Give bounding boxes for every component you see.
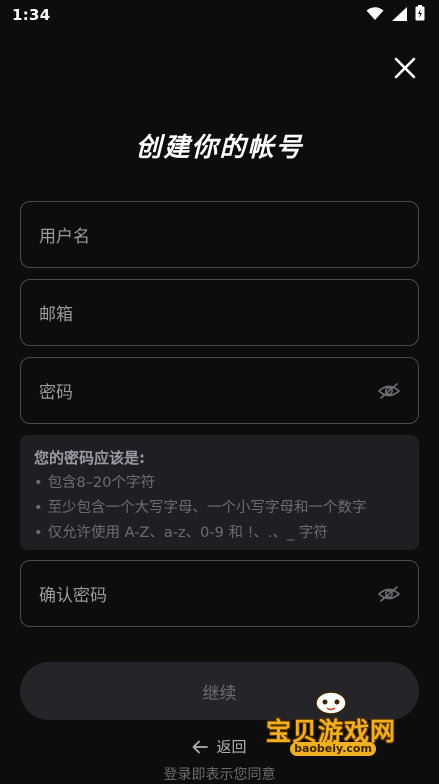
- agreement-text: 登录即表示您同意: [163, 767, 276, 783]
- close-button[interactable]: [393, 56, 417, 80]
- confirm-password-visibility-toggle[interactable]: [378, 583, 400, 605]
- back-label: 返回: [216, 738, 247, 756]
- password-visibility-toggle[interactable]: [378, 380, 400, 402]
- password-placeholder: 密码: [39, 383, 73, 403]
- battery-icon: [415, 5, 425, 25]
- arrow-left-icon: [193, 740, 209, 753]
- page-title: 创建你的帐号: [135, 133, 304, 163]
- confirm-password-field[interactable]: 确认密码: [20, 560, 419, 627]
- confirm-password-placeholder: 确认密码: [39, 586, 107, 606]
- status-bar: 1:34: [0, 0, 439, 30]
- status-time: 1:34: [12, 6, 51, 24]
- password-field[interactable]: 密码: [20, 357, 419, 424]
- password-rules-box: 您的密码应该是: • 包含8–20个字符 • 至少包含一个大写字母、一个小写字母和一…: [20, 435, 419, 550]
- status-icons: [366, 5, 425, 25]
- wifi-icon: [366, 6, 384, 25]
- password-rule: • 仅允许使用 A-Z、a-z、0-9 和 !、.、_ 字符: [34, 525, 328, 541]
- close-icon: [394, 57, 416, 79]
- watermark-logo: 宝贝游戏网 baobeiy.com: [262, 690, 412, 762]
- password-rules-title: 您的密码应该是:: [34, 449, 145, 467]
- email-placeholder: 邮箱: [39, 305, 73, 325]
- username-placeholder: 用户名: [39, 227, 90, 247]
- signal-icon: [392, 6, 407, 25]
- password-rule: • 至少包含一个大写字母、一个小写字母和一个数字: [34, 500, 367, 516]
- email-field[interactable]: 邮箱: [20, 279, 419, 346]
- eye-off-icon: [378, 585, 400, 602]
- eye-off-icon: [378, 382, 400, 399]
- password-rule: • 包含8–20个字符: [34, 475, 155, 491]
- watermark-url: baobeiy.com: [290, 742, 376, 756]
- username-field[interactable]: 用户名: [20, 201, 419, 268]
- continue-label: 继续: [202, 683, 237, 704]
